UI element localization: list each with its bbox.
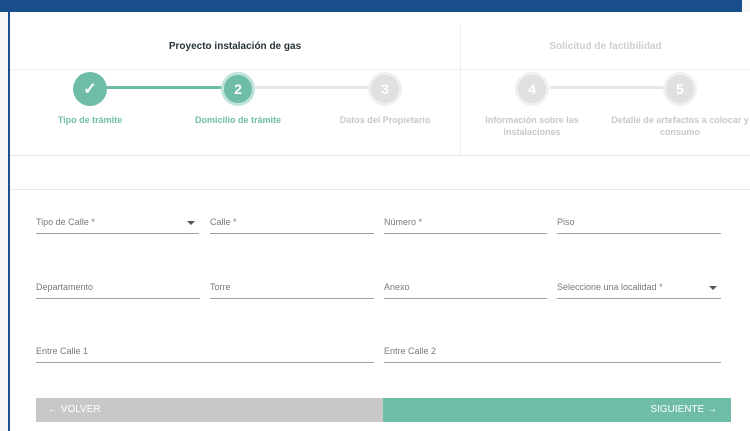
top-bar — [0, 0, 742, 12]
between-street-1-input[interactable]: Entre Calle 1 — [36, 339, 374, 363]
group-title-feasibility: Solicitud de factibilidad — [460, 24, 750, 70]
step-5[interactable]: 5 Detalle de artefactos a colocar y cons… — [610, 72, 750, 138]
locality-select[interactable]: Seleccione una localidad * — [557, 275, 721, 299]
street-type-label: Tipo de Calle * — [36, 217, 95, 227]
step-3-label: Datos del Propietario — [339, 115, 431, 125]
tower-input[interactable]: Torre — [210, 275, 374, 299]
section-spacer — [10, 156, 750, 190]
step-1-label: Tipo de trámite — [57, 115, 123, 125]
back-button[interactable]: ← VOLVER — [36, 398, 383, 422]
locality-label: Seleccione una localidad * — [557, 282, 663, 292]
check-icon: ✓ — [73, 72, 107, 106]
floor-input[interactable]: Piso — [557, 210, 721, 234]
wizard-group-header: Proyecto instalación de gas Solicitud de… — [10, 24, 750, 70]
annex-label: Anexo — [384, 282, 410, 292]
between-street-1-label: Entre Calle 1 — [36, 346, 89, 356]
between-street-2-label: Entre Calle 2 — [384, 346, 437, 356]
group-divider — [460, 70, 461, 156]
step-3-number: 3 — [368, 72, 402, 106]
street-label: Calle * — [210, 217, 237, 227]
street-type-select[interactable]: Tipo de Calle * — [36, 210, 199, 234]
step-4-label: Información sobre las instalaciones — [485, 115, 579, 137]
street-input[interactable]: Calle * — [210, 210, 374, 234]
number-label: Número * — [384, 217, 423, 227]
stepper: ✓ Tipo de trámite 2 Domicilio de trámite… — [10, 70, 750, 156]
chevron-down-icon — [709, 286, 717, 290]
step-4-number: 4 — [515, 72, 549, 106]
step-2-label: Domicilio de trámite — [194, 115, 282, 125]
apartment-input[interactable]: Departamento — [36, 275, 200, 299]
apartment-label: Departamento — [36, 282, 94, 292]
step-1[interactable]: ✓ Tipo de trámite — [20, 72, 160, 126]
next-button[interactable]: SIGUIENTE → — [383, 398, 731, 422]
step-2-number: 2 — [221, 72, 255, 106]
step-4[interactable]: 4 Información sobre las instalaciones — [462, 72, 602, 138]
step-5-label: Detalle de artefactos a colocar y consum… — [611, 115, 749, 137]
group-title-project: Proyecto instalación de gas — [168, 41, 302, 52]
tower-label: Torre — [210, 282, 231, 292]
between-street-2-input[interactable]: Entre Calle 2 — [384, 339, 721, 363]
number-input[interactable]: Número * — [384, 210, 547, 234]
annex-input[interactable]: Anexo — [384, 275, 547, 299]
wizard-panel: Proyecto instalación de gas Solicitud de… — [8, 12, 750, 431]
step-2[interactable]: 2 Domicilio de trámite — [168, 72, 308, 126]
floor-label: Piso — [557, 217, 575, 227]
step-3[interactable]: 3 Datos del Propietario — [315, 72, 455, 126]
step-5-number: 5 — [663, 72, 697, 106]
chevron-down-icon — [187, 221, 195, 225]
